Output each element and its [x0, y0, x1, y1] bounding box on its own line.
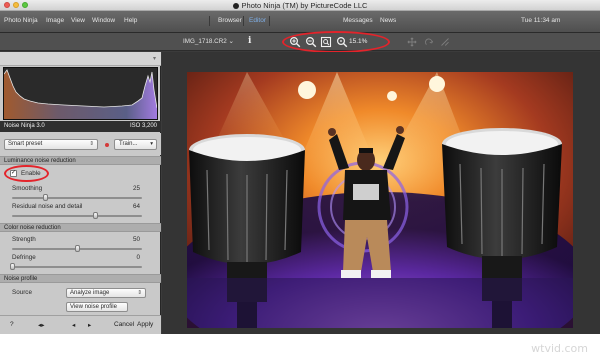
source-dropdown[interactable]: Analyze image ⇕: [66, 288, 146, 298]
menu-view[interactable]: View: [71, 17, 85, 24]
residual-slider-knob[interactable]: [93, 212, 99, 219]
move-icon[interactable]: [407, 37, 417, 47]
preset-status-dot: [105, 143, 109, 147]
menu-photo-ninja[interactable]: Photo Ninja: [4, 17, 38, 24]
noise-ninja-caption: Noise Ninja 3.0 ISO 3,200: [0, 121, 161, 132]
chevron-down-icon: ▾: [150, 141, 153, 147]
rotate-icon[interactable]: [424, 37, 434, 47]
strength-value: 50: [132, 236, 140, 243]
defringe-slider[interactable]: [10, 263, 142, 270]
menu-divider: [269, 16, 270, 26]
tab-editor[interactable]: Editor: [249, 17, 266, 24]
strength-slider[interactable]: [12, 245, 142, 252]
color-section-header[interactable]: Color noise reduction: [0, 223, 161, 232]
residual-label: Residual noise and detail: [12, 203, 83, 210]
zoom-percent: 15.1%: [349, 38, 368, 45]
histogram-graph: [3, 69, 158, 119]
watermark-text: wtvid.com: [531, 342, 588, 355]
cancel-button[interactable]: Cancel: [114, 321, 134, 328]
menu-clock: Tue 11:34 am: [521, 17, 561, 24]
plugin-version: Noise Ninja 3.0: [4, 123, 45, 129]
menu-help[interactable]: Help: [124, 17, 137, 24]
histogram: [3, 67, 158, 120]
zoom-actual-icon[interactable]: [336, 36, 348, 48]
residual-slider[interactable]: [12, 212, 142, 219]
noise-ninja-panel: ▾ Noise Ninja 3.0 ISO 3,200 Smart preset…: [0, 52, 161, 334]
app-icon: [232, 3, 239, 9]
tab-browser[interactable]: Browser: [218, 17, 242, 24]
view-noise-profile-button[interactable]: View noise profile: [66, 302, 128, 312]
chevron-down-icon[interactable]: ▾: [153, 55, 156, 62]
luminance-section-header[interactable]: Luminance noise reduction: [0, 156, 161, 165]
menu-window[interactable]: Window: [92, 17, 115, 24]
defringe-value: 0: [136, 254, 140, 261]
view-noise-profile-label: View noise profile: [70, 304, 117, 310]
defringe-label: Defringe: [12, 254, 36, 261]
residual-value: 64: [132, 203, 140, 210]
help-button[interactable]: ?: [10, 321, 14, 328]
menu-bar: Photo Ninja Image View Window Help Brows…: [0, 11, 600, 33]
preset-value: Smart preset: [8, 141, 43, 147]
profile-section-header[interactable]: Noise profile: [0, 274, 161, 283]
source-value: Analyze image: [70, 290, 110, 296]
menu-divider: [209, 16, 210, 26]
concert-photo: [187, 72, 573, 328]
preset-dropdown[interactable]: Smart preset ⇕: [4, 139, 98, 150]
up-down-caret-icon: ⇕: [137, 290, 142, 296]
straighten-icon[interactable]: [440, 37, 450, 47]
watermark-strip: wtvid.com: [0, 334, 600, 361]
filename-dropdown[interactable]: IMG_1718.CR2 ⌄: [183, 38, 234, 45]
smoothing-value: 25: [132, 185, 140, 192]
source-label: Source: [12, 289, 32, 296]
toolbar: IMG_1718.CR2 ⌄ i 15.1%: [0, 31, 600, 53]
menu-messages[interactable]: Messages: [343, 17, 373, 24]
image-viewer[interactable]: [162, 52, 600, 334]
apply-button[interactable]: Apply: [137, 321, 153, 328]
preset-row: Smart preset ⇕ Train... ▾: [0, 133, 161, 155]
menu-image[interactable]: Image: [46, 17, 64, 24]
menu-news[interactable]: News: [380, 17, 396, 24]
up-down-caret-icon: ⇕: [89, 141, 94, 147]
smoothing-slider-knob[interactable]: [42, 194, 48, 201]
title-bar: Photo Ninja (TM) by PictureCode LLC: [0, 0, 600, 11]
train-button[interactable]: Train... ▾: [114, 139, 157, 150]
strength-slider-knob[interactable]: [75, 245, 80, 252]
fit-to-window-icon[interactable]: [320, 36, 332, 48]
zoom-out-icon[interactable]: [305, 36, 317, 48]
window-title-wrap: Photo Ninja (TM) by PictureCode LLC: [0, 1, 600, 10]
info-icon[interactable]: i: [248, 36, 251, 46]
train-label: Train...: [119, 141, 138, 147]
enable-label: Enable: [21, 170, 41, 177]
panel-footer: ? ◂▸ ◂ ▸ Cancel Apply: [0, 315, 161, 334]
compare-toggle-icon[interactable]: ◂▸: [38, 321, 45, 329]
histogram-header: ▾: [0, 52, 161, 66]
chevron-down-icon: ⌄: [228, 38, 234, 45]
window-title: Photo Ninja (TM) by PictureCode LLC: [241, 1, 368, 10]
previous-icon[interactable]: ◂: [72, 321, 75, 329]
defringe-slider-knob[interactable]: [10, 263, 15, 270]
filename-label: IMG_1718.CR2: [183, 38, 227, 45]
enable-checkbox[interactable]: ✓: [10, 170, 17, 177]
iso-value: ISO 3,200: [129, 123, 157, 129]
smoothing-slider[interactable]: [12, 194, 142, 201]
strength-label: Strength: [12, 236, 36, 243]
menu-divider: [243, 16, 244, 26]
zoom-in-icon[interactable]: [289, 36, 301, 48]
smoothing-label: Smoothing: [12, 185, 43, 192]
next-icon[interactable]: ▸: [88, 321, 91, 329]
